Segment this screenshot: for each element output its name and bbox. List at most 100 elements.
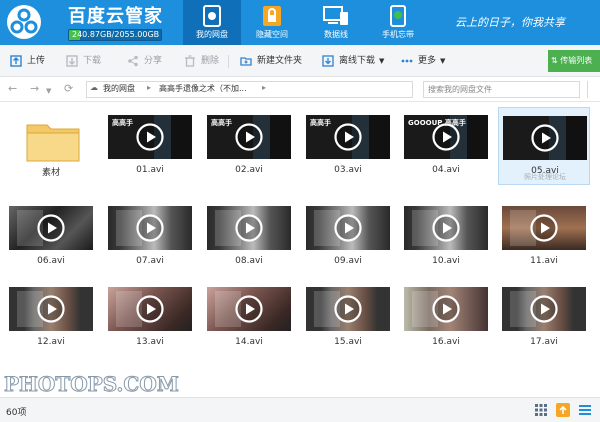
download-button[interactable]: 下载	[66, 45, 101, 77]
transfer-icon: ⇅	[551, 56, 558, 65]
upload-button[interactable]: 上传	[10, 45, 45, 77]
play-icon	[136, 214, 164, 242]
trash-icon	[185, 55, 195, 67]
play-icon	[235, 123, 263, 151]
more-label: 更多	[418, 56, 437, 66]
file-name: 14.avi	[235, 337, 263, 347]
photops-watermark: 照片处理网 PHOTOPS.COM	[4, 358, 184, 398]
grid-view-icon[interactable]	[534, 403, 548, 417]
video-thumbnail	[108, 287, 192, 331]
address-divider	[587, 81, 588, 98]
video-thumbnail	[108, 206, 192, 250]
video-file-item[interactable]: 05.avi 照片处理论坛	[498, 107, 590, 185]
play-icon	[235, 214, 263, 242]
video-thumbnail	[9, 287, 93, 331]
nav-label: 数据线	[324, 30, 348, 39]
watermark-line-2: PHOTOPS.COM	[4, 372, 180, 397]
transfer-list-button[interactable]: ⇅ 传输列表	[548, 50, 600, 72]
search-input[interactable]: 搜索我的网盘文件	[423, 81, 580, 98]
history-dropdown-icon[interactable]: ▼	[46, 84, 51, 98]
video-file-item[interactable]: 16.avi	[400, 279, 492, 357]
video-thumbnail	[9, 206, 93, 250]
new-folder-button[interactable]: 新建文件夹	[240, 45, 302, 77]
thumbnail-badge: 高高手	[211, 119, 232, 127]
video-file-item[interactable]: 高高手 03.avi	[302, 107, 394, 185]
upload-label: 上传	[27, 56, 46, 66]
video-thumbnail	[502, 287, 586, 331]
video-thumbnail	[207, 206, 291, 250]
file-name: 16.avi	[432, 337, 460, 347]
video-file-item[interactable]: 11.avi	[498, 198, 590, 276]
thumbnail-badge: 高高手	[112, 119, 133, 127]
video-file-item[interactable]: 12.avi	[5, 279, 97, 357]
video-file-item[interactable]: 14.avi	[203, 279, 295, 357]
folder-icon	[26, 124, 80, 162]
app-window: 百度云管家 240.87GB/2055.00GB 我的网盘 隐藏空间 数据线 手…	[0, 0, 600, 422]
chevron-down-icon: ▼	[440, 57, 446, 65]
play-icon	[334, 214, 362, 242]
play-icon	[37, 295, 65, 323]
upload-icon	[10, 55, 22, 67]
upload-arrow-icon[interactable]	[556, 403, 570, 417]
tablet-icon	[203, 5, 221, 27]
play-icon	[136, 295, 164, 323]
toolbar: 上传 下载 分享 删除 新建文件夹 离线下载 ▼ 更多 ▼	[0, 45, 600, 77]
video-thumbnail	[404, 206, 488, 250]
refresh-icon[interactable]: ⟳	[64, 82, 73, 96]
folder-item[interactable]: 素材	[5, 107, 97, 185]
video-thumbnail	[503, 116, 587, 160]
file-name: 08.avi	[235, 256, 263, 266]
more-dots-icon	[401, 59, 413, 63]
play-icon	[531, 124, 559, 152]
delete-button[interactable]: 删除	[184, 45, 219, 77]
nav-hidden-space[interactable]: 隐藏空间	[243, 0, 301, 45]
file-name: 07.avi	[136, 256, 164, 266]
back-arrow-icon[interactable]: ←	[8, 82, 17, 96]
breadcrumb-root[interactable]: 我的网盘	[103, 83, 135, 94]
nav-phone-forgot[interactable]: 手机忘带	[369, 0, 427, 45]
nav-data-cable[interactable]: 数据线	[307, 0, 365, 45]
play-icon	[334, 123, 362, 151]
play-icon	[37, 214, 65, 242]
play-icon	[235, 295, 263, 323]
download-label: 下载	[83, 56, 102, 66]
breadcrumb-current[interactable]: 高高手遗像之术（不加...	[159, 83, 247, 94]
offline-download-button[interactable]: 离线下载 ▼	[322, 45, 384, 77]
video-thumbnail: 高高手	[108, 115, 192, 159]
nav-my-netdisk[interactable]: 我的网盘	[183, 0, 241, 45]
video-file-item[interactable]: 06.avi	[5, 198, 97, 276]
offline-download-icon	[322, 55, 334, 67]
more-button[interactable]: 更多 ▼	[401, 45, 445, 77]
video-file-item[interactable]: 17.avi	[498, 279, 590, 357]
video-file-item[interactable]: GOOOUP 高高手 04.avi	[400, 107, 492, 185]
title-bar: 百度云管家 240.87GB/2055.00GB 我的网盘 隐藏空间 数据线 手…	[0, 0, 600, 45]
file-name: 01.avi	[136, 165, 164, 175]
video-file-item[interactable]: 09.avi	[302, 198, 394, 276]
delete-label: 删除	[201, 56, 220, 66]
file-name: 15.avi	[334, 337, 362, 347]
list-view-icon[interactable]	[578, 403, 592, 417]
share-button[interactable]: 分享	[127, 45, 162, 77]
file-name: 06.avi	[37, 256, 65, 266]
video-thumbnail: 高高手	[207, 115, 291, 159]
video-file-item[interactable]: 08.avi	[203, 198, 295, 276]
forward-arrow-icon[interactable]: →	[30, 82, 39, 96]
file-name: 17.avi	[530, 337, 558, 347]
video-thumbnail	[207, 287, 291, 331]
video-thumbnail	[306, 206, 390, 250]
file-name: 13.avi	[136, 337, 164, 347]
video-file-item[interactable]: 10.avi	[400, 198, 492, 276]
slogan: 云上的日子，你我共享	[455, 16, 565, 29]
video-thumbnail	[404, 287, 488, 331]
address-bar: ← → ▼ ⟳ ☁ 我的网盘 ▸ 高高手遗像之术（不加... ▸ 搜索我的网盘文…	[0, 77, 600, 102]
video-thumbnail	[502, 206, 586, 250]
video-file-item[interactable]: 高高手 02.avi	[203, 107, 295, 185]
file-name: 04.avi	[432, 165, 460, 175]
video-file-item[interactable]: 07.avi	[104, 198, 196, 276]
video-file-item[interactable]: 13.avi	[104, 279, 196, 357]
play-icon	[334, 295, 362, 323]
video-file-item[interactable]: 15.avi	[302, 279, 394, 357]
storage-quota-bar: 240.87GB/2055.00GB	[68, 29, 162, 41]
video-file-item[interactable]: 高高手 01.avi	[104, 107, 196, 185]
play-icon	[530, 295, 558, 323]
